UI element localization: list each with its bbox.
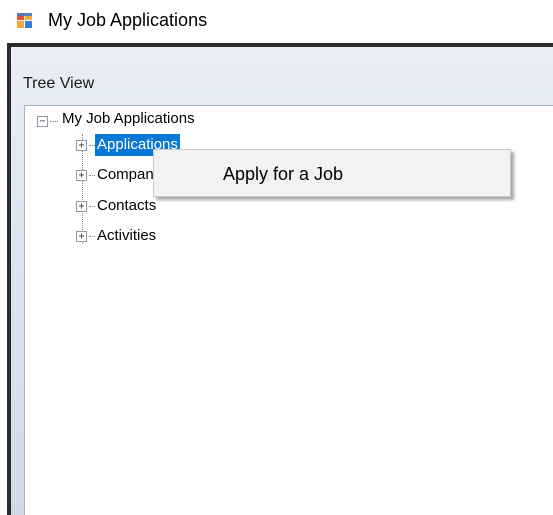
menu-item-label: Apply for a Job xyxy=(223,164,344,184)
app-form-icon xyxy=(16,12,33,29)
tree-node-label: Activities xyxy=(97,227,157,244)
group-label: Tree View xyxy=(23,75,95,92)
app-window: My Job Applications Tree View − My Job A… xyxy=(0,0,553,515)
expand-toggle-contacts[interactable]: + xyxy=(76,201,87,212)
title-bar[interactable]: My Job Applications xyxy=(0,0,553,40)
expand-toggle-applications[interactable]: + xyxy=(76,140,87,151)
context-menu: Apply for a Job xyxy=(153,149,511,197)
window-title: My Job Applications xyxy=(48,10,208,30)
tree-connector xyxy=(50,121,58,122)
tree-node-label: My Job Applications xyxy=(62,110,195,127)
tree-node-label: Contacts xyxy=(97,197,157,214)
menu-item-apply-for-job[interactable]: Apply for a Job xyxy=(156,152,508,194)
collapse-toggle-root[interactable]: − xyxy=(37,116,48,127)
expand-toggle-activities[interactable]: + xyxy=(76,231,87,242)
expand-toggle-companies[interactable]: + xyxy=(76,170,87,181)
